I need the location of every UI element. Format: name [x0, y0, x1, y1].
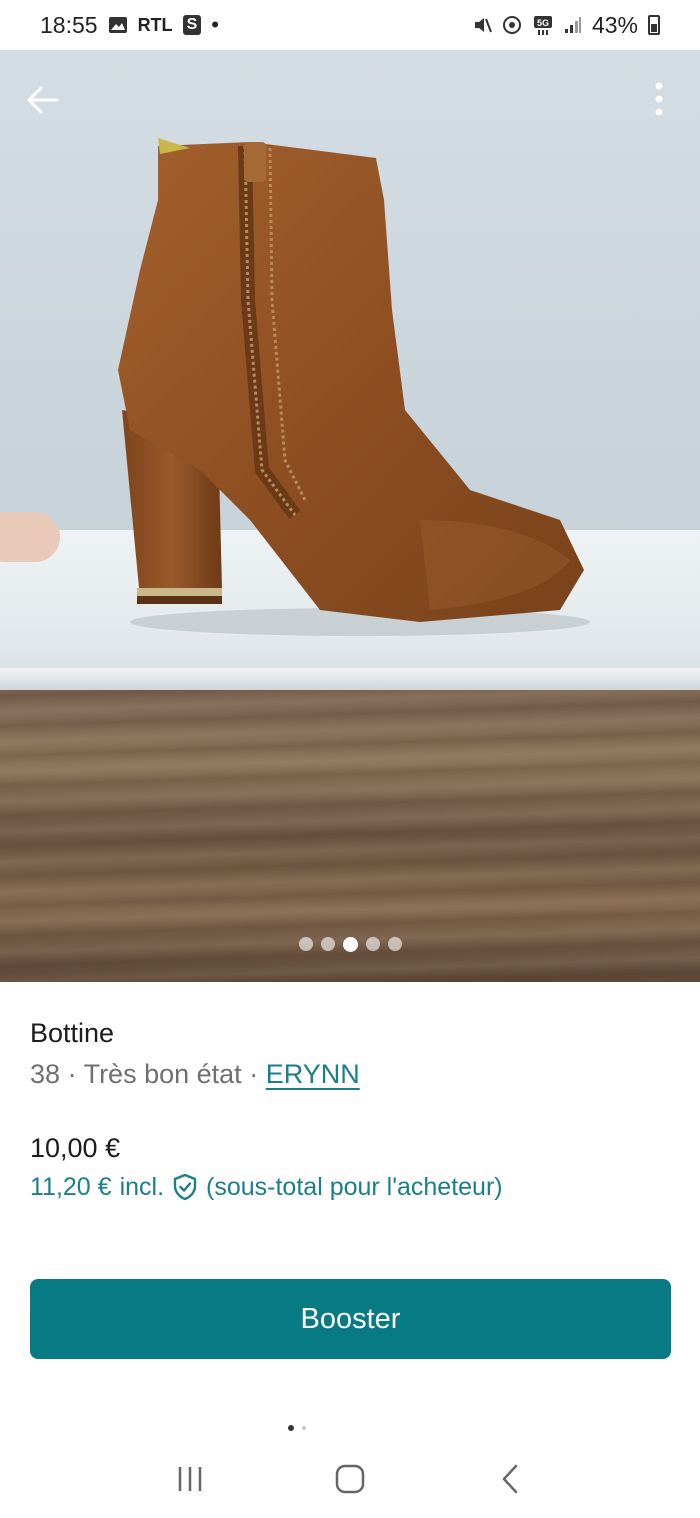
clock: 18:55 [40, 11, 98, 38]
item-condition: Très bon état [83, 1059, 242, 1089]
incl-label: incl. [119, 1173, 165, 1201]
meta-separator: · [249, 1059, 259, 1089]
scroll-dot [302, 1426, 306, 1430]
pager-dot[interactable] [365, 937, 380, 951]
item-title: Bottine [30, 1018, 115, 1048]
5g-icon: 5G [532, 14, 554, 36]
price-incl-value: 11,20 € [30, 1173, 112, 1201]
status-bar: 18:55 RTL S • 5G 43% [0, 0, 700, 50]
price-incl-protection[interactable]: 11,20 € incl. (sous-total pour l'acheteu… [30, 1171, 670, 1203]
item-size: 38 [30, 1059, 61, 1089]
home-icon [335, 1464, 365, 1494]
scroll-dot [288, 1425, 294, 1431]
status-left: 18:55 RTL S • [40, 12, 219, 39]
boot-illustration [118, 138, 590, 636]
rtl-app-icon: RTL [137, 14, 173, 35]
signal-icon [564, 16, 582, 34]
system-navigation-bar [0, 1440, 700, 1518]
shield-check-icon [172, 1173, 198, 1201]
gallery-icon [108, 16, 128, 34]
battery-icon [648, 15, 660, 35]
item-photo[interactable] [0, 50, 700, 982]
pager-dot[interactable] [320, 937, 335, 951]
meta-separator: · [67, 1059, 77, 1089]
more-vertical-icon [655, 82, 663, 116]
photo-pager[interactable] [0, 937, 700, 952]
back-arrow-icon [27, 86, 59, 114]
brand-link[interactable]: ERYNN [266, 1059, 360, 1089]
incl-note: (sous-total pour l'acheteur) [206, 1173, 503, 1201]
s-app-icon: S [182, 15, 202, 35]
mute-icon [472, 15, 492, 35]
item-meta: 38 · Très bon état · ERYNN [30, 1057, 670, 1091]
pager-dot[interactable] [387, 937, 402, 951]
notification-dot-icon: • [211, 12, 219, 37]
recent-apps-icon [178, 1467, 202, 1491]
home-button[interactable] [320, 1454, 380, 1504]
booster-button[interactable]: Booster [30, 1279, 671, 1359]
battery-percent: 43% [591, 11, 638, 38]
svg-text:5G: 5G [537, 18, 549, 28]
system-back-button[interactable] [480, 1454, 540, 1504]
more-options-button[interactable] [644, 80, 674, 120]
pager-dot[interactable] [298, 937, 313, 951]
back-button[interactable] [22, 80, 62, 120]
recent-apps-button[interactable] [160, 1454, 220, 1504]
pager-dot-active[interactable] [342, 937, 358, 952]
status-right: 5G 43% [472, 12, 660, 39]
item-details: Bottine 38 · Très bon état · ERYNN 10,00… [0, 982, 700, 1203]
scroll-indicator [288, 1425, 306, 1431]
system-back-icon [502, 1464, 518, 1494]
hotspot-icon [502, 15, 522, 35]
item-price: 10,00 € [30, 1133, 121, 1163]
item-page: 18:55 RTL S • 5G 43% Bottine 38 · Très b… [0, 0, 700, 1518]
